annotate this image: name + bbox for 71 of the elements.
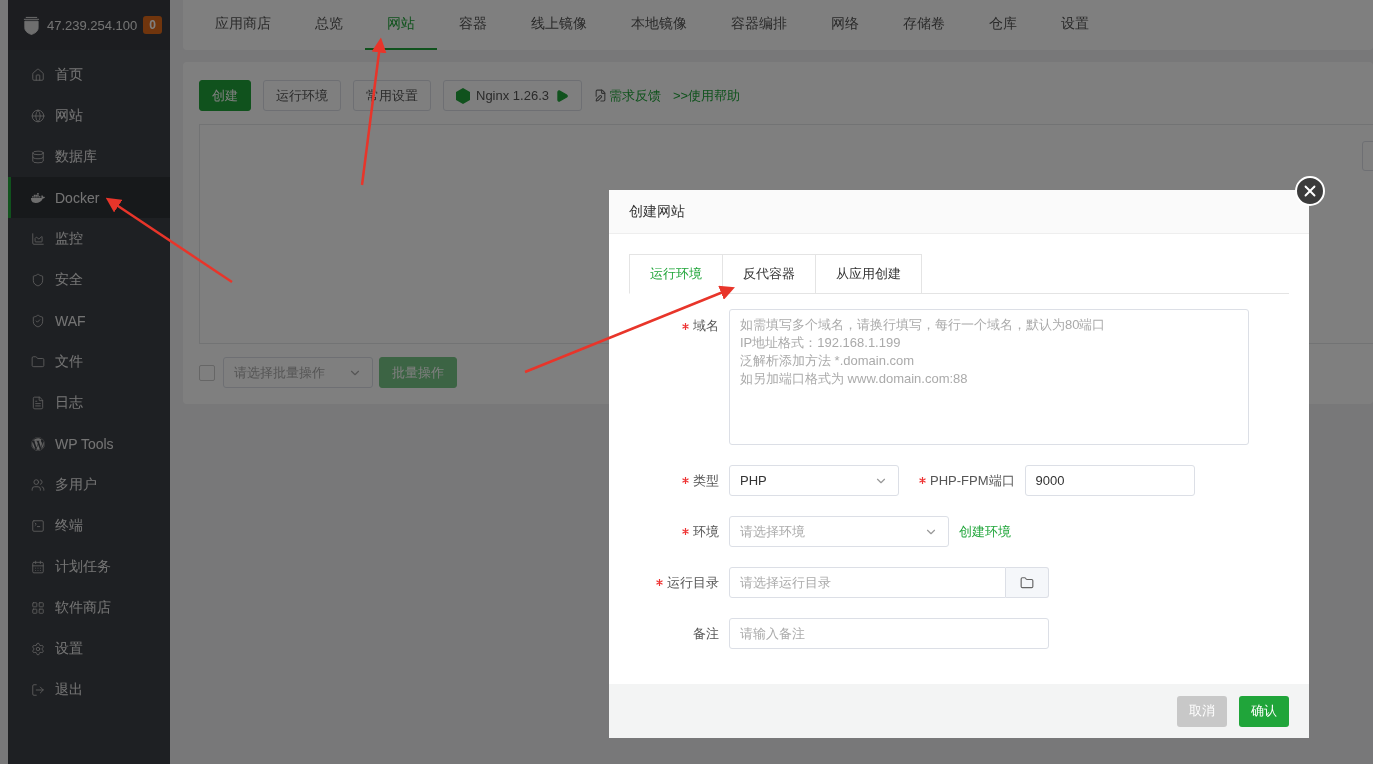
select-field[interactable]: 请选择环境 [729,516,949,547]
select-field[interactable]: PHP [729,465,899,496]
field-label: 备注 [693,624,719,643]
folder-icon [1020,575,1034,590]
sidebar-item[interactable]: 终端 [8,505,170,546]
users-icon [31,477,45,492]
field-label: 环境 [693,522,719,541]
grid-icon [31,600,45,615]
chart-icon [31,231,45,246]
top-tab[interactable]: 存储卷 [881,0,967,50]
confirm-button[interactable]: 确认 [1239,695,1289,727]
top-tab[interactable]: 线上镜像 [509,0,609,50]
calendar-icon [31,559,45,574]
sidebar-item[interactable]: 数据库 [8,136,170,177]
dialog-tab[interactable]: 运行环境 [629,254,723,294]
sidebar-item[interactable]: WAF [8,300,170,341]
server-address: 47.239.254.100 [46,17,138,33]
home-icon [31,67,45,82]
sidebar-item[interactable]: 软件商店 [8,587,170,628]
document-icon [31,395,45,410]
sidebar-item[interactable]: 首页 [8,54,170,95]
field-label: PHP-FPM端口 [930,471,1015,490]
hexagon-icon [456,87,470,104]
top-tab[interactable]: 网络 [809,0,881,50]
logo-icon [22,14,41,36]
top-tab[interactable]: 应用商店 [193,0,293,50]
top-tab[interactable]: 容器 [437,0,509,50]
folder-button[interactable] [1006,567,1049,598]
sidebar-item[interactable]: 退出 [8,669,170,710]
top-tab[interactable]: 总览 [293,0,365,50]
sidebar-item[interactable]: 计划任务 [8,546,170,587]
port-input[interactable]: 9000 [1024,465,1195,496]
note-input[interactable]: 请输入备注 [729,618,1049,649]
whale-icon [31,190,45,205]
shield-check-icon [31,313,45,328]
sidebar-item[interactable]: 监控 [8,218,170,259]
runtime-button[interactable]: 运行环境 [263,80,341,111]
play-icon [555,88,569,103]
sidebar-item[interactable]: 网站 [8,95,170,136]
path-input[interactable]: 请选择运行目录 [729,567,1006,598]
nginx-button[interactable]: Nginx 1.26.3 [443,80,582,111]
create-env-link[interactable]: 创建环境 [959,522,1011,541]
create-button[interactable]: 创建 [199,80,251,111]
field-label: 类型 [693,471,719,490]
top-tab[interactable]: 设置 [1039,0,1111,50]
sidebar-item[interactable]: Docker [8,177,170,218]
notification-badge[interactable]: 0 [143,16,162,34]
sidebar-item[interactable]: 安全 [8,259,170,300]
terminal-icon [31,518,45,533]
logout-icon [31,682,45,697]
sidebar-item[interactable]: 设置 [8,628,170,669]
database-icon [31,149,45,164]
top-tab[interactable]: 仓库 [967,0,1039,50]
field-label: 运行目录 [667,573,719,592]
help-link[interactable]: >>使用帮助 [673,86,741,105]
folder-icon [31,354,45,369]
sidebar-item[interactable]: WP Tools [8,423,170,464]
sidebar-item[interactable]: 日志 [8,382,170,423]
globe-icon [31,108,45,123]
settings-icon [31,641,45,656]
top-tab[interactable]: 本地镜像 [609,0,709,50]
edit-icon [594,89,607,102]
sidebar-item[interactable]: 多用户 [8,464,170,505]
dialog-title: 创建网站 [629,202,685,221]
top-tab[interactable]: 容器编排 [709,0,809,50]
top-tab[interactable]: 网站 [365,0,437,50]
dialog-tab[interactable]: 从应用创建 [815,254,922,293]
field-label: 域名 [693,317,719,335]
shield-icon [31,272,45,287]
sidebar-item[interactable]: 文件 [8,341,170,382]
feedback-link[interactable]: 需求反馈 [594,86,661,105]
